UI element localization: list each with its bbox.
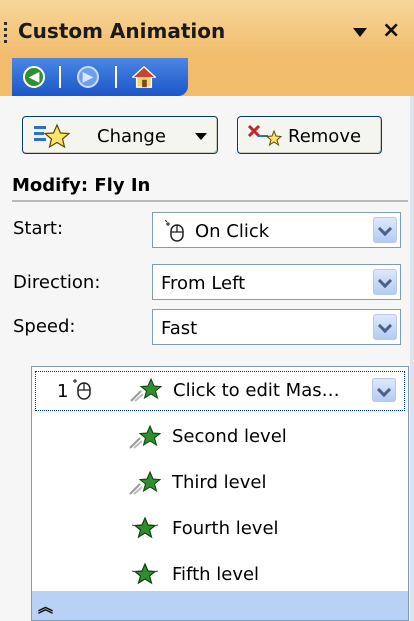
- section-divider: [12, 200, 408, 202]
- start-select[interactable]: On Click: [152, 212, 401, 248]
- chevron-down-icon[interactable]: [373, 217, 397, 243]
- mouse-click-icon: [165, 220, 184, 242]
- remove-button-label: Remove: [288, 126, 362, 147]
- start-value: On Click: [195, 221, 270, 242]
- add-effect-star-icon: [34, 123, 71, 149]
- fly-in-star-icon: [129, 470, 162, 495]
- fly-in-star-icon: [130, 377, 163, 402]
- remove-effect-icon: [247, 124, 283, 147]
- nav-separator: [115, 66, 117, 88]
- speed-select[interactable]: Fast: [152, 309, 401, 345]
- double-chevron-up-icon[interactable]: ︽: [38, 596, 53, 617]
- chevron-down-icon[interactable]: [372, 378, 396, 402]
- chevron-down-icon: [195, 133, 207, 140]
- back-button[interactable]: ◀: [22, 65, 46, 89]
- pane-title-bar: Custom Animation ×: [0, 0, 414, 58]
- animation-item-text: Third level: [172, 472, 267, 493]
- list-expand-bar[interactable]: ︽: [32, 591, 408, 620]
- grip-icon[interactable]: [4, 22, 8, 46]
- animation-item-text: Second level: [172, 426, 287, 447]
- change-button-label: Change: [97, 126, 166, 147]
- animation-item-text: Click to edit Mas…: [173, 380, 340, 401]
- forward-button[interactable]: ▶: [76, 65, 100, 89]
- chevron-down-icon[interactable]: [373, 269, 397, 295]
- direction-label: Direction:: [13, 272, 101, 293]
- list-item[interactable]: Second level: [32, 415, 408, 461]
- animation-order-list[interactable]: 1 Click to edit Mas… Second level Third …: [31, 366, 409, 621]
- list-item[interactable]: Fourth level: [32, 507, 408, 553]
- speed-value: Fast: [161, 318, 198, 339]
- animation-order-number: 1: [57, 381, 69, 402]
- close-icon[interactable]: ×: [382, 17, 400, 45]
- chevron-down-icon[interactable]: [353, 28, 367, 37]
- speed-label: Speed:: [13, 316, 76, 337]
- direction-select[interactable]: From Left: [152, 264, 401, 300]
- modify-section-title: Modify: Fly In: [12, 175, 151, 196]
- list-item[interactable]: Third level: [32, 461, 408, 507]
- home-button[interactable]: [132, 65, 156, 89]
- pane-title: Custom Animation: [18, 19, 226, 43]
- nav-bar-background: ◀ ▶: [12, 58, 188, 96]
- custom-animation-pane: Custom Animation × ◀ ▶ Change Remove Mod…: [0, 0, 414, 621]
- chevron-down-icon[interactable]: [373, 314, 397, 340]
- direction-value: From Left: [161, 273, 246, 294]
- change-button[interactable]: Change: [22, 116, 218, 154]
- mouse-click-icon: [73, 379, 91, 400]
- animation-item-text: Fourth level: [172, 518, 279, 539]
- remove-button[interactable]: Remove: [237, 116, 382, 154]
- star-effect-icon: [131, 516, 159, 539]
- pane-nav-bar: ◀ ▶: [0, 58, 414, 96]
- fly-in-star-icon: [129, 424, 162, 449]
- nav-separator: [59, 66, 61, 88]
- home-icon: [132, 65, 156, 88]
- star-effect-icon: [131, 562, 159, 585]
- back-arrow-icon: ◀: [23, 66, 45, 88]
- animation-item-text: Fifth level: [172, 564, 260, 585]
- forward-arrow-icon: ▶: [77, 66, 99, 88]
- start-label: Start:: [13, 218, 64, 239]
- list-item[interactable]: 1 Click to edit Mas…: [35, 371, 405, 411]
